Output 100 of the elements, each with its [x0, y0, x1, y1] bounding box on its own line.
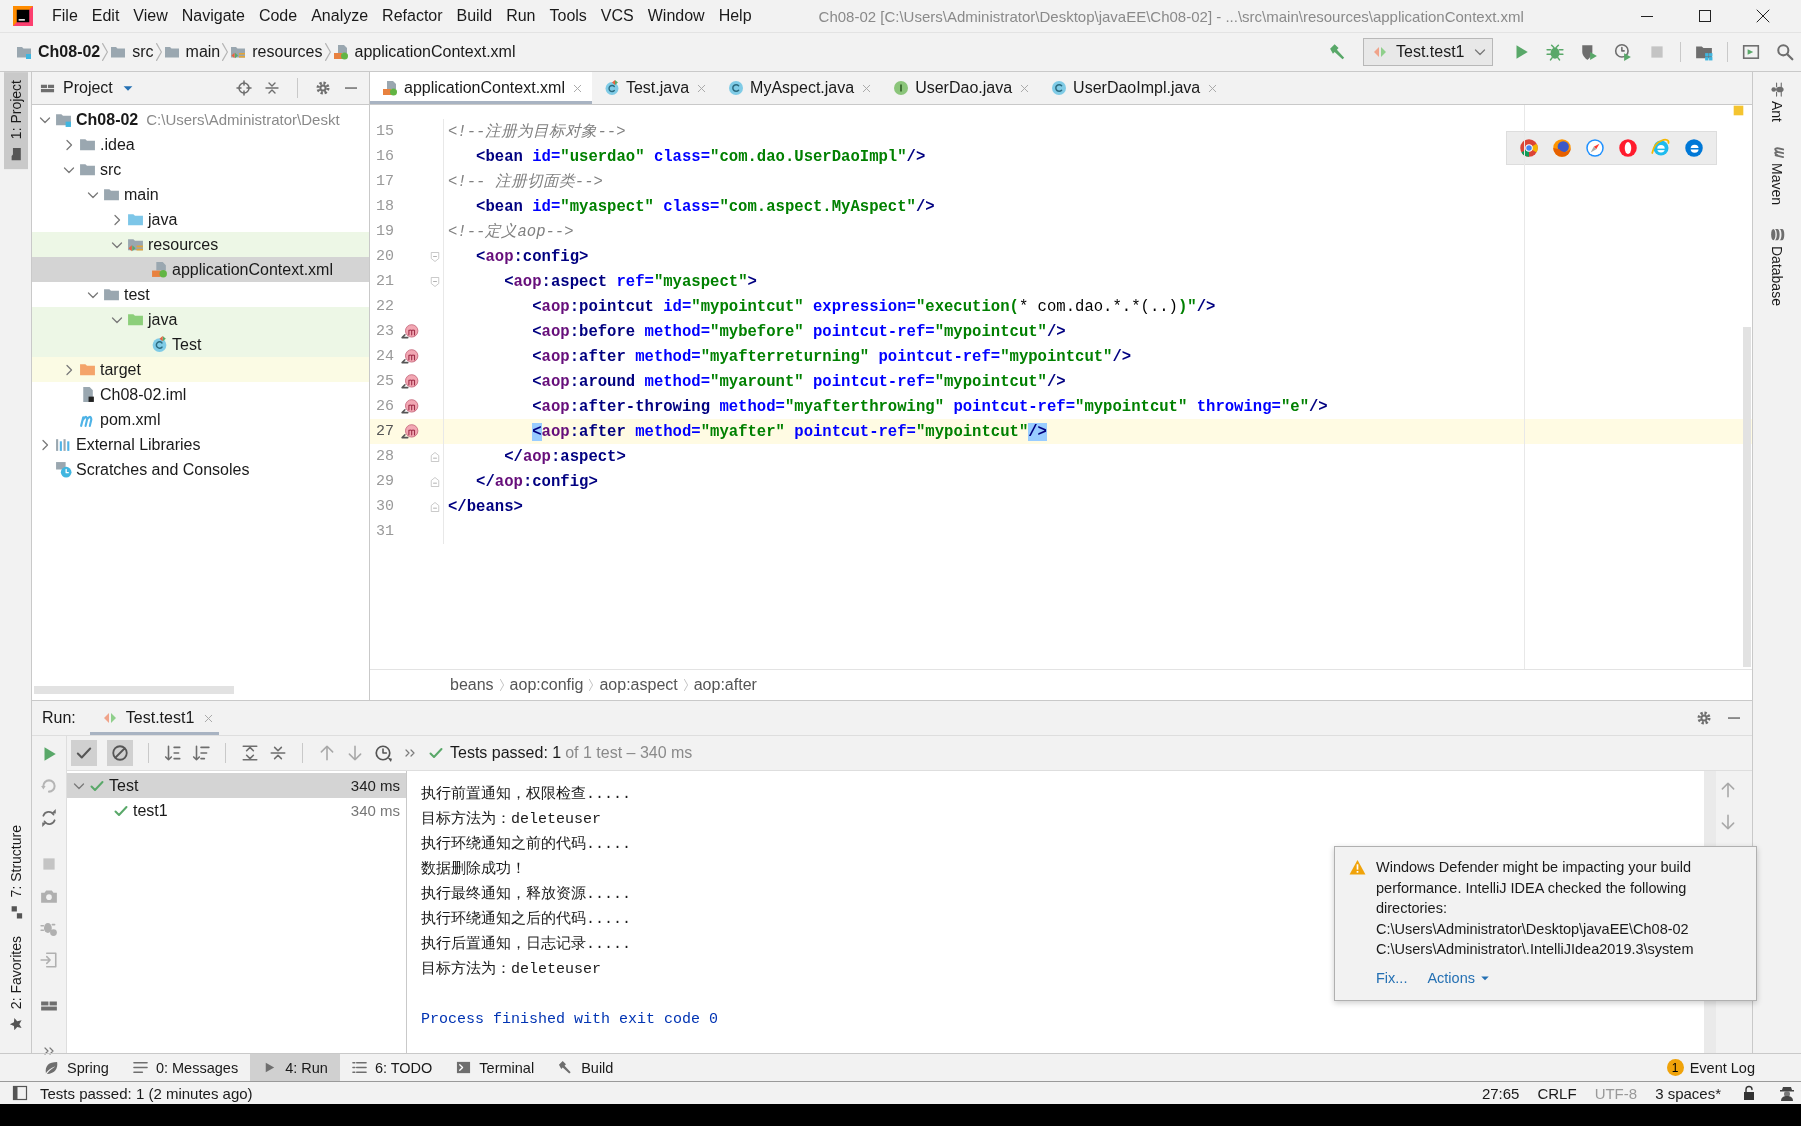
tree-item[interactable]: External Libraries: [32, 432, 369, 457]
debug-icon[interactable]: [1546, 43, 1564, 61]
tree-item[interactable]: applicationContext.xml: [32, 257, 369, 282]
test-tree-item[interactable]: test1 340 ms: [67, 798, 406, 823]
tree-item[interactable]: .idea: [32, 132, 369, 157]
panel-toggle-icon[interactable]: [12, 1085, 28, 1101]
arrow-down-icon[interactable]: [1719, 813, 1737, 831]
tool-window-button[interactable]: Ant: [1769, 82, 1785, 122]
line-separator[interactable]: CRLF: [1533, 1084, 1581, 1102]
run-tab[interactable]: Test.test1: [89, 701, 220, 735]
menu-item[interactable]: Navigate: [174, 7, 252, 25]
profiler-icon[interactable]: [1614, 43, 1632, 61]
sort-icon[interactable]: [164, 744, 182, 762]
arrow-up-icon[interactable]: [318, 744, 336, 762]
browser-icon[interactable]: [1651, 138, 1671, 158]
menu-item[interactable]: Help: [711, 7, 759, 25]
settings-icon[interactable]: [315, 80, 331, 96]
editor-tab[interactable]: applicationContext.xml: [370, 72, 592, 104]
editor-tab[interactable]: MyAspect.java: [716, 72, 882, 104]
breadcrumb[interactable]: main: [163, 43, 221, 61]
method-marker-icon[interactable]: [401, 372, 419, 391]
breadcrumb[interactable]: aop:config: [509, 676, 584, 694]
tree-item[interactable]: Test: [32, 332, 369, 357]
tool-window-tab[interactable]: Build: [546, 1054, 626, 1081]
menu-item[interactable]: Window: [640, 7, 712, 25]
breadcrumb[interactable]: beans: [450, 676, 494, 694]
tree-item[interactable]: src: [32, 157, 369, 182]
fix-link[interactable]: Fix...: [1376, 967, 1408, 988]
event-log-button[interactable]: 1 Event Log: [1666, 1059, 1801, 1076]
menu-item[interactable]: File: [45, 7, 85, 25]
menu-item[interactable]: Tools: [542, 7, 594, 25]
tree-item[interactable]: Ch08-02.iml: [32, 382, 369, 407]
settings-icon[interactable]: [1696, 710, 1712, 726]
tree-item[interactable]: Ch08-02 C:\Users\Administrator\Deskt: [32, 107, 369, 132]
tool-window-button[interactable]: Database: [1769, 227, 1785, 306]
test-tree-item[interactable]: Test 340 ms: [67, 773, 406, 798]
tree-item[interactable]: pom.xml: [32, 407, 369, 432]
run-config-dropdown[interactable]: Test.test1: [1363, 38, 1493, 66]
editor-tab[interactable]: Test.java: [591, 72, 717, 104]
tree-item[interactable]: java: [32, 307, 369, 332]
arrow-down-icon[interactable]: [346, 744, 364, 762]
tree-item[interactable]: java: [32, 207, 369, 232]
maximize-window-icon[interactable]: [1697, 8, 1713, 24]
actions-menu[interactable]: Actions: [1427, 967, 1491, 988]
menu-item[interactable]: VCS: [593, 7, 641, 25]
menu-item[interactable]: Edit: [84, 7, 127, 25]
breadcrumb[interactable]: aop:aspect: [599, 676, 678, 694]
menu-item[interactable]: Run: [499, 7, 543, 25]
tool-window-tab[interactable]: Terminal: [444, 1054, 547, 1081]
tool-window-button[interactable]: 7: Structure: [3, 817, 28, 928]
menu-item[interactable]: Refactor: [375, 7, 450, 25]
filter-toggle[interactable]: [107, 740, 133, 766]
view-selector[interactable]: Project: [40, 79, 135, 97]
menu-item[interactable]: View: [126, 7, 175, 25]
scrollbar[interactable]: [34, 686, 234, 694]
indent-setting[interactable]: 3 spaces*: [1651, 1084, 1725, 1102]
inspector-icon[interactable]: [1779, 1085, 1795, 1101]
browser-icon[interactable]: [1618, 138, 1638, 158]
browser-icon[interactable]: [1519, 138, 1539, 158]
history-icon[interactable]: [374, 744, 392, 762]
coverage-icon[interactable]: [1580, 43, 1598, 61]
auto-rerun-icon[interactable]: [40, 809, 58, 827]
tool-window-button[interactable]: 2: Favorites: [3, 927, 28, 1039]
close-window-icon[interactable]: [1755, 8, 1771, 24]
tool-window-tab[interactable]: Spring: [32, 1054, 121, 1081]
tree-item[interactable]: main: [32, 182, 369, 207]
tree-item[interactable]: target: [32, 357, 369, 382]
breadcrumb[interactable]: applicationContext.xml: [332, 43, 516, 61]
filter-toggle[interactable]: [71, 740, 97, 766]
project-structure-icon[interactable]: [1695, 43, 1713, 61]
tool-window-button[interactable]: 1: Project: [3, 72, 28, 170]
locate-icon[interactable]: [236, 80, 252, 96]
tree-item[interactable]: resources: [32, 232, 369, 257]
method-marker-icon[interactable]: [401, 347, 419, 366]
tool-window-button[interactable]: Maven: [1769, 144, 1785, 206]
sort-by-duration-icon[interactable]: [192, 744, 210, 762]
import-icon[interactable]: [40, 951, 58, 969]
breadcrumb[interactable]: aop:after: [693, 676, 757, 694]
breadcrumb[interactable]: src: [110, 43, 154, 61]
expand-all-icon[interactable]: [241, 744, 259, 762]
editor-tab[interactable]: UserDaoImpl.java: [1039, 72, 1228, 104]
method-marker-icon[interactable]: [401, 397, 419, 416]
method-marker-icon[interactable]: [401, 422, 419, 441]
tree-item[interactable]: Scratches and Consoles: [32, 457, 369, 482]
caret-position[interactable]: 27:65: [1477, 1084, 1524, 1102]
menu-item[interactable]: Build: [449, 7, 500, 25]
method-marker-icon[interactable]: [401, 322, 419, 341]
breadcrumb[interactable]: resources: [230, 43, 323, 61]
lock-icon[interactable]: [1741, 1085, 1757, 1101]
editor-tab[interactable]: UserDao.java: [881, 72, 1040, 104]
breadcrumb[interactable]: Ch08-02: [16, 43, 101, 61]
tool-window-tab[interactable]: 0: Messages: [120, 1054, 251, 1081]
browser-icon[interactable]: [1684, 138, 1704, 158]
scrollbar[interactable]: [1743, 327, 1751, 667]
menu-item[interactable]: Code: [251, 7, 305, 25]
menu-item[interactable]: Analyze: [304, 7, 376, 25]
collapse-all-icon[interactable]: [264, 80, 280, 96]
tool-window-tab[interactable]: 4: Run: [250, 1054, 340, 1081]
hammer-icon[interactable]: [1329, 43, 1347, 61]
search-icon[interactable]: [1776, 43, 1794, 61]
